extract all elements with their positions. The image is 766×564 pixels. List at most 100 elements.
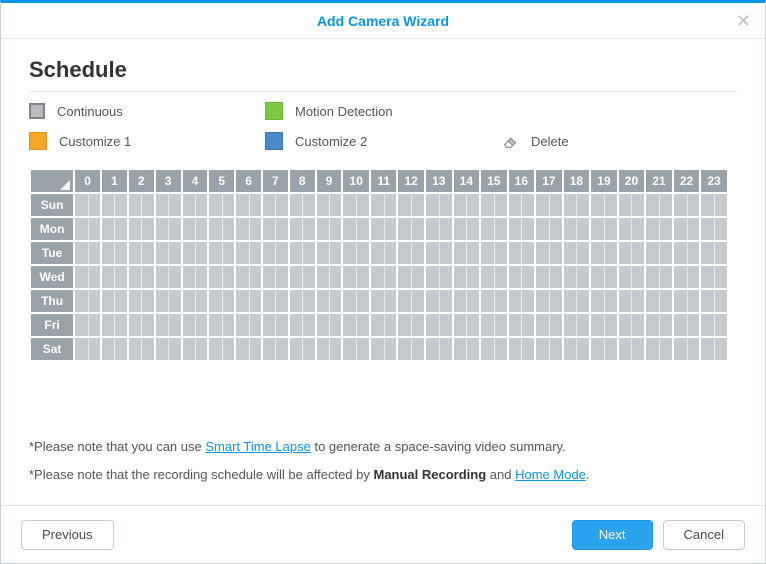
schedule-cell[interactable] — [646, 266, 672, 288]
schedule-cell[interactable] — [290, 194, 315, 216]
schedule-cell[interactable] — [509, 266, 535, 288]
schedule-cell[interactable] — [481, 290, 507, 312]
schedule-cell[interactable] — [454, 218, 480, 240]
schedule-cell[interactable] — [509, 242, 535, 264]
schedule-cell[interactable] — [481, 314, 507, 336]
schedule-cell[interactable] — [564, 290, 590, 312]
schedule-cell[interactable] — [701, 266, 727, 288]
schedule-cell[interactable] — [701, 194, 727, 216]
schedule-cell[interactable] — [263, 314, 288, 336]
schedule-cell[interactable] — [236, 266, 261, 288]
legend-customize2[interactable]: Customize 2 — [265, 132, 501, 150]
legend-continuous[interactable]: Continuous — [29, 102, 265, 120]
schedule-cell[interactable] — [674, 338, 700, 360]
schedule-cell[interactable] — [619, 314, 645, 336]
cancel-button[interactable]: Cancel — [663, 520, 745, 550]
schedule-cell[interactable] — [317, 266, 342, 288]
schedule-cell[interactable] — [674, 218, 700, 240]
schedule-cell[interactable] — [591, 338, 617, 360]
schedule-cell[interactable] — [646, 194, 672, 216]
schedule-cell[interactable] — [102, 194, 127, 216]
schedule-cell[interactable] — [290, 218, 315, 240]
day-header-sat[interactable]: Sat — [31, 338, 73, 360]
schedule-cell[interactable] — [75, 338, 100, 360]
schedule-cell[interactable] — [263, 290, 288, 312]
schedule-cell[interactable] — [263, 266, 288, 288]
schedule-cell[interactable] — [591, 266, 617, 288]
schedule-cell[interactable] — [209, 242, 234, 264]
schedule-cell[interactable] — [564, 266, 590, 288]
schedule-cell[interactable] — [129, 266, 154, 288]
schedule-cell[interactable] — [209, 194, 234, 216]
schedule-cell[interactable] — [398, 218, 424, 240]
schedule-cell[interactable] — [236, 194, 261, 216]
hour-header-4[interactable]: 4 — [183, 170, 208, 192]
schedule-cell[interactable] — [509, 338, 535, 360]
schedule-cell[interactable] — [156, 218, 181, 240]
schedule-cell[interactable] — [564, 338, 590, 360]
schedule-cell[interactable] — [536, 218, 562, 240]
schedule-cell[interactable] — [481, 218, 507, 240]
schedule-cell[interactable] — [371, 290, 396, 312]
schedule-cell[interactable] — [317, 194, 342, 216]
schedule-cell[interactable] — [209, 314, 234, 336]
schedule-cell[interactable] — [236, 242, 261, 264]
hour-header-17[interactable]: 17 — [536, 170, 562, 192]
schedule-cell[interactable] — [646, 242, 672, 264]
schedule-cell[interactable] — [183, 218, 208, 240]
schedule-cell[interactable] — [481, 194, 507, 216]
schedule-cell[interactable] — [317, 218, 342, 240]
schedule-cell[interactable] — [343, 266, 369, 288]
schedule-cell[interactable] — [183, 290, 208, 312]
legend-customize1[interactable]: Customize 1 — [29, 132, 265, 150]
schedule-cell[interactable] — [156, 266, 181, 288]
schedule-cell[interactable] — [343, 242, 369, 264]
schedule-cell[interactable] — [509, 194, 535, 216]
schedule-cell[interactable] — [129, 242, 154, 264]
schedule-cell[interactable] — [183, 314, 208, 336]
schedule-cell[interactable] — [371, 314, 396, 336]
hour-header-7[interactable]: 7 — [263, 170, 288, 192]
schedule-cell[interactable] — [102, 218, 127, 240]
schedule-cell[interactable] — [209, 338, 234, 360]
schedule-cell[interactable] — [102, 314, 127, 336]
day-header-fri[interactable]: Fri — [31, 314, 73, 336]
schedule-cell[interactable] — [156, 314, 181, 336]
close-icon[interactable]: ✕ — [736, 11, 751, 32]
schedule-cell[interactable] — [564, 314, 590, 336]
schedule-cell[interactable] — [591, 290, 617, 312]
schedule-cell[interactable] — [263, 338, 288, 360]
schedule-cell[interactable] — [183, 338, 208, 360]
schedule-cell[interactable] — [290, 242, 315, 264]
schedule-cell[interactable] — [398, 338, 424, 360]
schedule-cell[interactable] — [102, 338, 127, 360]
schedule-cell[interactable] — [701, 218, 727, 240]
home-mode-link[interactable]: Home Mode — [515, 467, 586, 482]
schedule-cell[interactable] — [317, 290, 342, 312]
schedule-cell[interactable] — [317, 338, 342, 360]
schedule-cell[interactable] — [290, 290, 315, 312]
schedule-cell[interactable] — [426, 266, 452, 288]
schedule-cell[interactable] — [398, 314, 424, 336]
schedule-cell[interactable] — [426, 314, 452, 336]
schedule-cell[interactable] — [454, 266, 480, 288]
schedule-cell[interactable] — [454, 338, 480, 360]
hour-header-23[interactable]: 23 — [701, 170, 727, 192]
hour-header-15[interactable]: 15 — [481, 170, 507, 192]
hour-header-6[interactable]: 6 — [236, 170, 261, 192]
schedule-cell[interactable] — [102, 242, 127, 264]
schedule-cell[interactable] — [619, 194, 645, 216]
schedule-cell[interactable] — [674, 266, 700, 288]
schedule-cell[interactable] — [102, 266, 127, 288]
schedule-cell[interactable] — [290, 338, 315, 360]
next-button[interactable]: Next — [572, 520, 653, 550]
schedule-cell[interactable] — [290, 266, 315, 288]
schedule-cell[interactable] — [156, 194, 181, 216]
schedule-cell[interactable] — [343, 194, 369, 216]
schedule-cell[interactable] — [536, 242, 562, 264]
day-header-tue[interactable]: Tue — [31, 242, 73, 264]
hour-header-3[interactable]: 3 — [156, 170, 181, 192]
schedule-cell[interactable] — [263, 218, 288, 240]
schedule-cell[interactable] — [236, 338, 261, 360]
hour-header-14[interactable]: 14 — [454, 170, 480, 192]
